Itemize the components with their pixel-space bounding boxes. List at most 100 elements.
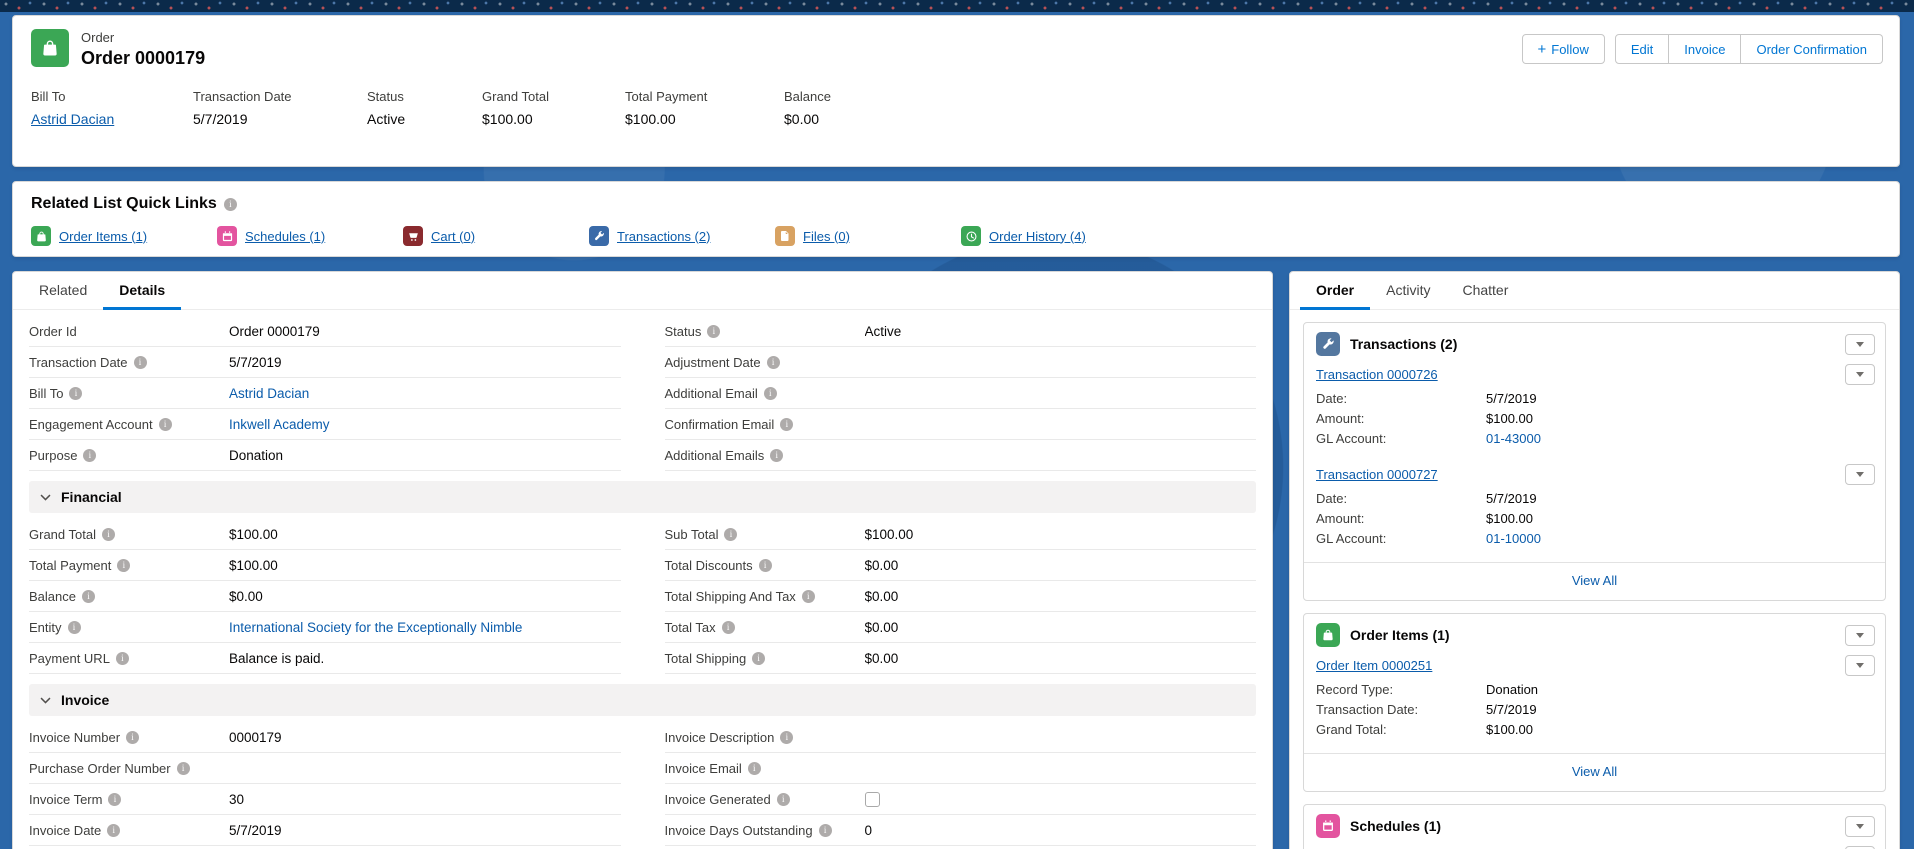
- record-menu-button[interactable]: [1845, 364, 1875, 385]
- quick-link-cart[interactable]: Cart (0): [403, 226, 589, 246]
- record-field-label: Date:: [1316, 389, 1486, 409]
- info-icon[interactable]: [780, 418, 793, 431]
- main-tabs: Related Details: [13, 272, 1272, 310]
- record-field: Record Type: Donation: [1316, 680, 1875, 700]
- field-label: Total Discounts: [665, 558, 865, 573]
- quick-link-files[interactable]: Files (0): [775, 226, 961, 246]
- info-icon[interactable]: [770, 449, 783, 462]
- quick-link-schedules[interactable]: Schedules (1): [217, 226, 403, 246]
- record-menu-button[interactable]: [1845, 846, 1875, 849]
- info-icon[interactable]: [748, 762, 761, 775]
- follow-button[interactable]: Follow: [1522, 34, 1605, 64]
- record-menu-button[interactable]: [1845, 655, 1875, 676]
- record-field-label: Amount:: [1316, 409, 1486, 429]
- view-all-link[interactable]: View All: [1572, 573, 1617, 588]
- info-icon[interactable]: [83, 449, 96, 462]
- invoice-button[interactable]: Invoice: [1669, 34, 1741, 64]
- info-icon[interactable]: [759, 559, 772, 572]
- info-icon[interactable]: [68, 621, 81, 634]
- info-icon[interactable]: [819, 824, 832, 837]
- record-field-value: 5/7/2019: [1486, 489, 1537, 509]
- info-icon[interactable]: [707, 325, 720, 338]
- record-header-titles: Order Order 0000179: [81, 29, 205, 69]
- info-icon[interactable]: [767, 356, 780, 369]
- highlight-label: Status: [367, 89, 482, 104]
- gl-account-link[interactable]: 01-43000: [1486, 429, 1541, 449]
- invoice-generated-checkbox[interactable]: [865, 792, 880, 807]
- info-icon[interactable]: [126, 731, 139, 744]
- quick-link-order-items[interactable]: Order Items (1): [31, 226, 217, 246]
- info-icon[interactable]: [159, 418, 172, 431]
- field-label-text: Payment URL: [29, 651, 110, 666]
- details-right-column: Status Active Adjustment Date Additional…: [665, 316, 1257, 471]
- field-label: Status: [665, 324, 865, 339]
- related-list-menu-button[interactable]: [1845, 816, 1875, 837]
- info-icon[interactable]: [722, 621, 735, 634]
- field-value: $100.00: [229, 527, 278, 542]
- order-item-link[interactable]: Order Item 0000251: [1316, 658, 1432, 673]
- tab-details[interactable]: Details: [103, 272, 181, 310]
- edit-button[interactable]: Edit: [1615, 34, 1669, 64]
- tab-activity[interactable]: Activity: [1370, 272, 1446, 310]
- section-header-financial[interactable]: Financial: [29, 481, 1256, 513]
- quick-link-label: Cart (0): [431, 229, 475, 244]
- record-field-label: Record Type:: [1316, 680, 1486, 700]
- follow-button-label: Follow: [1551, 42, 1589, 57]
- info-icon[interactable]: [224, 198, 237, 211]
- info-icon[interactable]: [108, 793, 121, 806]
- field-value: 5/7/2019: [229, 355, 282, 370]
- quick-link-transactions[interactable]: Transactions (2): [589, 226, 775, 246]
- field-value: $0.00: [865, 558, 899, 573]
- info-icon[interactable]: [117, 559, 130, 572]
- tab-related[interactable]: Related: [23, 272, 103, 310]
- info-icon[interactable]: [780, 731, 793, 744]
- record-menu-button[interactable]: [1845, 464, 1875, 485]
- quick-links-card: Related List Quick Links Order Items (1)…: [12, 181, 1900, 257]
- field-label-text: Invoice Email: [665, 761, 742, 776]
- sidebar-tabs: Order Activity Chatter: [1290, 272, 1899, 310]
- info-icon[interactable]: [752, 652, 765, 665]
- gl-account-link[interactable]: 01-10000: [1486, 529, 1541, 549]
- view-all-link[interactable]: View All: [1572, 764, 1617, 779]
- field-label: Additional Email: [665, 386, 865, 401]
- info-icon[interactable]: [764, 387, 777, 400]
- info-icon[interactable]: [107, 824, 120, 837]
- field-label-text: Invoice Term: [29, 792, 102, 807]
- field-label: Total Shipping: [665, 651, 865, 666]
- info-icon[interactable]: [724, 528, 737, 541]
- field-row-grand-total: Grand Total $100.00: [29, 519, 621, 550]
- record-action-group: Edit Invoice Order Confirmation: [1615, 34, 1883, 64]
- record-field: Transaction Date: 5/7/2019: [1316, 700, 1875, 720]
- info-icon[interactable]: [177, 762, 190, 775]
- info-icon[interactable]: [116, 652, 129, 665]
- invoice-left-column: Invoice Number 0000179 Purchase Order Nu…: [29, 722, 621, 846]
- field-label: Invoice Date: [29, 823, 229, 838]
- bill-to-detail-link[interactable]: Astrid Dacian: [229, 386, 309, 401]
- info-icon[interactable]: [69, 387, 82, 400]
- field-row-total-payment: Total Payment $100.00: [29, 550, 621, 581]
- field-row-adjustment-date: Adjustment Date: [665, 347, 1257, 378]
- info-icon[interactable]: [82, 590, 95, 603]
- financial-right-column: Sub Total $100.00 Total Discounts $0.00 …: [665, 519, 1257, 674]
- info-icon[interactable]: [134, 356, 147, 369]
- tab-order[interactable]: Order: [1300, 272, 1370, 310]
- field-label-text: Sub Total: [665, 527, 719, 542]
- section-header-invoice[interactable]: Invoice: [29, 684, 1256, 716]
- engagement-account-link[interactable]: Inkwell Academy: [229, 417, 330, 432]
- record-field-value: 5/7/2019: [1486, 700, 1537, 720]
- quick-link-order-history[interactable]: Order History (4): [961, 226, 1147, 246]
- info-icon[interactable]: [777, 793, 790, 806]
- record-field: Date: 5/7/2019: [1316, 389, 1875, 409]
- info-icon[interactable]: [802, 590, 815, 603]
- related-list-menu-button[interactable]: [1845, 334, 1875, 355]
- related-list-menu-button[interactable]: [1845, 625, 1875, 646]
- order-confirmation-button[interactable]: Order Confirmation: [1741, 34, 1883, 64]
- field-label-text: Grand Total: [29, 527, 96, 542]
- tab-chatter[interactable]: Chatter: [1446, 272, 1524, 310]
- field-row-sub-total: Sub Total $100.00: [665, 519, 1257, 550]
- transaction-link[interactable]: Transaction 0000727: [1316, 467, 1438, 482]
- info-icon[interactable]: [102, 528, 115, 541]
- transaction-link[interactable]: Transaction 0000726: [1316, 367, 1438, 382]
- bill-to-link[interactable]: Astrid Dacian: [31, 111, 114, 127]
- entity-link[interactable]: International Society for the Exceptiona…: [229, 620, 522, 635]
